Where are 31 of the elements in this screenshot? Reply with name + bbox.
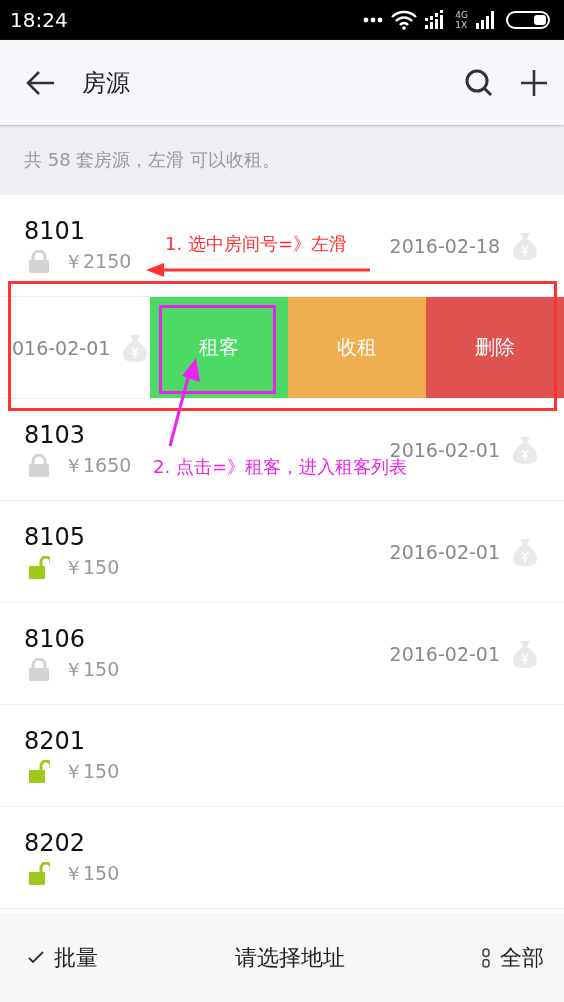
rent-price: ￥150 xyxy=(64,656,120,682)
due-date: 2016-02-01 xyxy=(389,540,500,563)
room-row[interactable]: 8106 ￥150 2016-02-01 xyxy=(0,603,564,705)
due-date: 2016-02-18 xyxy=(389,234,500,257)
room-number: 8103 xyxy=(24,420,86,449)
network-label: 1X xyxy=(455,20,468,30)
room-number: 8106 xyxy=(24,624,86,653)
room-row[interactable]: 8201 ￥150 xyxy=(0,705,564,807)
summary-text: 共 58 套房源，左滑 可以收租。 xyxy=(24,148,281,172)
clock-time: 18:24 xyxy=(10,8,68,32)
room-number: 8202 xyxy=(24,828,86,857)
rent-price: ￥150 xyxy=(64,758,120,784)
rent-price: ￥1650 xyxy=(64,452,132,478)
network-label: 4G xyxy=(455,10,468,20)
annotation-text: 1. 选中房间号=》左滑 xyxy=(165,232,347,256)
rent-price: ￥150 xyxy=(64,860,120,886)
swiped-row[interactable]: 016-02-01 租客 收租 删除 xyxy=(0,297,564,399)
room-number: 8201 xyxy=(24,726,86,755)
room-number: 8105 xyxy=(24,522,86,551)
rent-price: ￥2150 xyxy=(64,248,132,274)
room-number: 8101 xyxy=(24,216,86,245)
batch-button[interactable]: 批量 xyxy=(24,938,102,977)
filter-button[interactable]: 全部 xyxy=(478,938,548,977)
swipe-action-button[interactable]: 删除 xyxy=(426,297,564,398)
room-row[interactable]: 8202 ￥150 xyxy=(0,807,564,909)
address-picker[interactable]: 请选择地址 xyxy=(231,938,349,977)
due-date: 2016-02-01 xyxy=(389,642,500,665)
room-row[interactable]: 8105 ￥150 2016-02-01 xyxy=(0,501,564,603)
due-date: 016-02-01 xyxy=(12,336,111,359)
rent-price: ￥150 xyxy=(64,554,120,580)
page-title: 房源 xyxy=(82,67,130,99)
